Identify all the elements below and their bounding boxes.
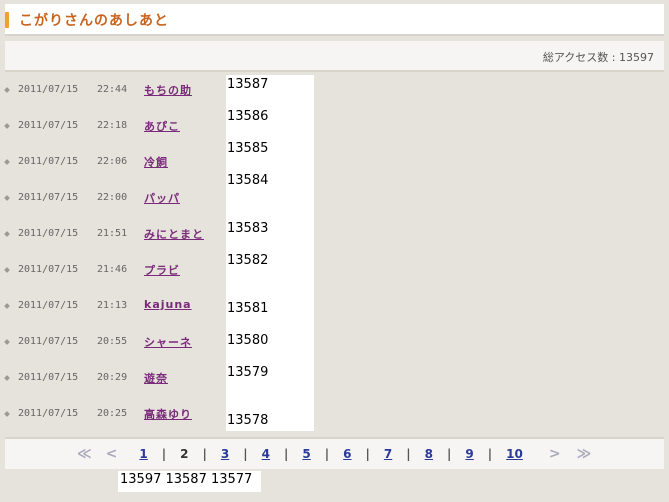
visit-row: 2011/07/15 20:29 遊奈: [4, 363, 235, 399]
bullet-icon: [4, 195, 10, 201]
visit-date: 2011/07/15: [18, 84, 79, 95]
page-separator: |: [365, 447, 370, 461]
number-column: 13587 13586 13585 13584 13583 13582 13581 13580…: [226, 75, 314, 431]
bullet-icon: [4, 339, 10, 345]
visitor-link[interactable]: あぴこ: [144, 118, 180, 134]
visit-row: 2011/07/15 22:18 あぴこ: [4, 111, 235, 147]
visit-date: 2011/07/15: [18, 372, 79, 383]
number-value: 13579: [227, 365, 269, 380]
bullet-icon: [4, 411, 10, 417]
visit-list: 2011/07/15 22:44 もちの助 2011/07/15 22:18 あぴこ 201…: [4, 75, 235, 435]
first-page-icon[interactable]: ≪: [77, 446, 92, 462]
number-value: 13582: [227, 253, 269, 268]
page-separator: |: [447, 447, 452, 461]
page-separator: |: [161, 447, 167, 461]
bullet-icon: [4, 159, 10, 165]
visit-date: 2011/07/15: [18, 192, 79, 203]
title-accent-bar: [5, 12, 9, 28]
visitor-link[interactable]: 高森ゆり: [144, 406, 192, 422]
visit-row: 2011/07/15 20:55 シャーネ: [4, 327, 235, 363]
number-value: 13585: [227, 141, 269, 156]
visit-time: 21:13: [97, 300, 128, 311]
bottom-numbers: 13597 13587 13577: [120, 472, 253, 487]
visit-row: 2011/07/15 20:25 高森ゆり: [4, 399, 235, 435]
visit-time: 22:06: [97, 156, 128, 167]
bottom-number-box: 13597 13587 13577: [118, 471, 261, 492]
page-link-9[interactable]: 9: [465, 447, 473, 461]
last-page-icon[interactable]: ≫: [577, 446, 592, 462]
page-title: こがりさんのあしあと: [19, 13, 169, 29]
visit-row: 2011/07/15 21:51 みにとまと: [4, 219, 235, 255]
page-link-1[interactable]: 1: [139, 447, 147, 461]
visit-time: 21:46: [97, 264, 128, 275]
visit-date: 2011/07/15: [18, 156, 79, 167]
bullet-icon: [4, 375, 10, 381]
visit-time: 22:18: [97, 120, 128, 131]
visitor-link[interactable]: みにとまと: [144, 226, 204, 242]
number-value: 13581: [227, 301, 269, 316]
bullet-icon: [4, 87, 10, 93]
page-link-3[interactable]: 3: [221, 447, 229, 461]
access-count: 総アクセス数 : 13597: [542, 51, 654, 64]
visitor-link[interactable]: シャーネ: [144, 334, 192, 350]
number-value: 13584: [227, 173, 269, 188]
visitor-link[interactable]: もちの助: [144, 82, 192, 98]
visit-row: 2011/07/15 22:44 もちの助: [4, 75, 235, 111]
pagination: ≪ <1 | 2 | 3 | 4 | 5 | 6 | 7 | 8 | 9 | 10 > ≫: [77, 446, 591, 462]
page-link-5[interactable]: 5: [302, 447, 310, 461]
page-link-4[interactable]: 4: [262, 447, 270, 461]
page-separator: |: [243, 447, 248, 461]
access-count-bar: 総アクセス数 : 13597: [5, 41, 664, 72]
visit-date: 2011/07/15: [18, 336, 79, 347]
visitor-link[interactable]: kajuna: [144, 298, 192, 311]
prev-page-icon[interactable]: <: [106, 446, 118, 462]
next-page-icon[interactable]: >: [549, 446, 561, 462]
page-separator: |: [202, 447, 207, 461]
page-separator: |: [324, 447, 330, 461]
visitor-link[interactable]: 冷飼: [144, 154, 168, 170]
visitor-link[interactable]: プラビ: [144, 262, 180, 278]
number-value: 13580: [227, 333, 269, 348]
visit-row: 2011/07/15 21:13 kajuna: [4, 291, 235, 327]
current-page: 2: [180, 447, 189, 461]
visit-date: 2011/07/15: [18, 300, 79, 311]
page-separator: |: [487, 447, 493, 461]
bullet-icon: [4, 123, 10, 129]
bullet-icon: [4, 303, 10, 309]
visit-time: 20:55: [97, 336, 128, 347]
visit-time: 21:51: [97, 228, 128, 239]
page-separator: |: [284, 447, 289, 461]
page-header: こがりさんのあしあと: [5, 4, 664, 36]
visit-row: 2011/07/15 22:06 冷飼: [4, 147, 235, 183]
number-value: 13583: [227, 221, 269, 236]
visit-row: 2011/07/15 22:00 パッパ: [4, 183, 235, 219]
visitor-link[interactable]: パッパ: [144, 190, 180, 206]
number-value: 13587: [227, 77, 269, 92]
visit-date: 2011/07/15: [18, 120, 79, 131]
bullet-icon: [4, 267, 10, 273]
visit-time: 22:44: [97, 84, 128, 95]
page-link-8[interactable]: 8: [425, 447, 433, 461]
visit-date: 2011/07/15: [18, 228, 79, 239]
visit-row: 2011/07/15 21:46 プラビ: [4, 255, 235, 291]
number-value: 13578: [227, 413, 269, 428]
page-link-10[interactable]: 10: [506, 447, 523, 461]
page-separator: |: [406, 447, 411, 461]
visit-time: 20:25: [97, 408, 128, 419]
page-link-6[interactable]: 6: [343, 447, 351, 461]
visit-date: 2011/07/15: [18, 408, 79, 419]
visit-date: 2011/07/15: [18, 264, 79, 275]
pagination-bar: ≪ <1 | 2 | 3 | 4 | 5 | 6 | 7 | 8 | 9 | 10 > ≫: [5, 437, 664, 469]
page-link-7[interactable]: 7: [384, 447, 392, 461]
number-value: 13586: [227, 109, 269, 124]
visit-time: 22:00: [97, 192, 128, 203]
visit-time: 20:29: [97, 372, 128, 383]
visitor-link[interactable]: 遊奈: [144, 370, 168, 386]
bullet-icon: [4, 231, 10, 237]
